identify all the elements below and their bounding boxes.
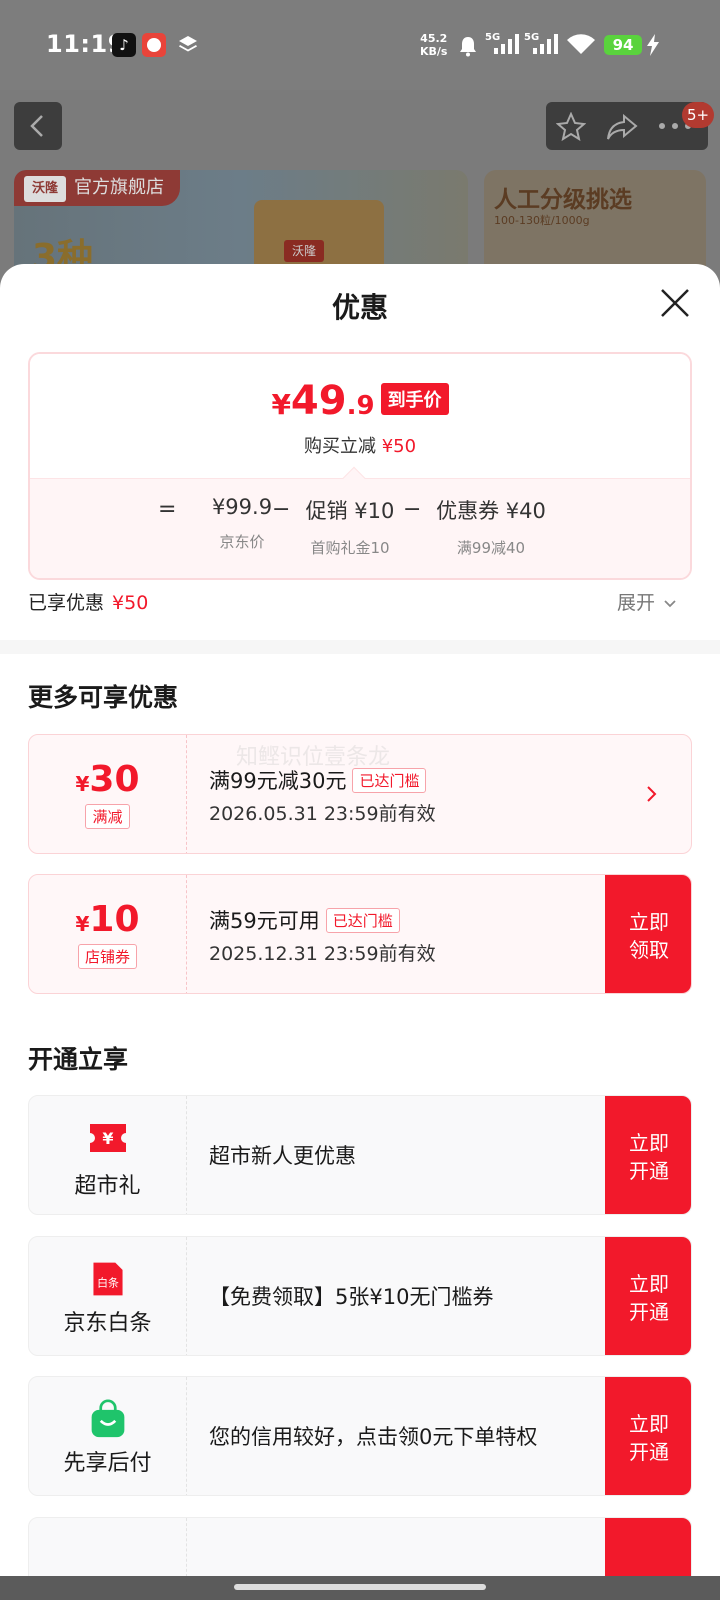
open-item-desc: 【免费领取】5张¥10无门槛券 — [209, 1285, 494, 1309]
calc-coupon: 优惠券 ¥40 满99减40 — [436, 499, 546, 557]
instant-discount: 购买立减 ¥50 — [303, 436, 417, 457]
open-item-brand: ¥ 超市礼 — [29, 1096, 187, 1214]
svg-text:¥: ¥ — [102, 1129, 113, 1148]
price-summary: ¥49.9 到手价 购买立减 ¥50 — [30, 354, 690, 478]
share-icon[interactable] — [606, 112, 638, 142]
enjoyed-discount: 已享优惠 ¥50 — [28, 592, 149, 614]
open-item-name: 超市礼 — [74, 1174, 141, 1199]
coupon-value: ¥10 店铺券 — [29, 875, 187, 993]
open-item-name: 京东白条 — [63, 1311, 152, 1336]
star-icon[interactable] — [556, 112, 586, 142]
product-page-background: 官方旗舰店 沃隆 3种 沃隆 人工分级挑选 100-130粒/1000g — [0, 90, 720, 280]
signal-icon — [533, 34, 558, 54]
expand-toggle[interactable]: 展开 — [617, 588, 677, 615]
final-price: ¥49.9 到手价 — [30, 378, 690, 424]
chevron-left-icon — [30, 115, 43, 137]
coupon-type-badge: 满减 — [85, 804, 130, 829]
open-item-brand: 白条 京东白条 — [29, 1237, 187, 1355]
status-bar: 11:19 ♪ 45.2 KB/s 5G 5G 94 — [0, 0, 720, 90]
minus-sign: − — [403, 497, 422, 522]
green-bag-icon — [91, 1399, 124, 1438]
signal-icon — [494, 34, 519, 54]
charging-icon — [647, 34, 659, 56]
open-item-desc: 您的信用较好，点击领0元下单特权 — [209, 1425, 538, 1449]
coupon-type-badge: 店铺券 — [77, 944, 137, 969]
net-speed: 45.2 KB/s — [420, 32, 448, 58]
threshold-badge: 已达门槛 — [352, 768, 427, 793]
store-logo: 沃隆 — [24, 176, 66, 202]
final-price-tag: 到手价 — [380, 383, 449, 415]
open-item-brand: 先享后付 — [29, 1377, 187, 1495]
battery-indicator: 94 — [604, 35, 642, 55]
open-item-brand — [29, 1518, 187, 1576]
section-divider — [0, 640, 720, 654]
sheet-title: 优惠 — [331, 291, 388, 324]
message-badge: 5+ — [682, 102, 714, 128]
chevron-down-icon — [664, 600, 676, 608]
banner-right-title: 人工分级挑选 — [494, 187, 632, 213]
open-item-baitiao: 白条 京东白条 【免费领取】5张¥10无门槛券 立即 开通 — [28, 1236, 692, 1356]
more-discounts-title: 更多可享优惠 — [28, 683, 179, 712]
equals-sign: = — [158, 497, 177, 522]
discount-sheet: 优惠 ¥49.9 到手价 购买立减 ¥50 = ¥99.9 京东价 − 促销 ¥1… — [0, 264, 720, 1576]
tiktok-icon: ♪ — [112, 33, 136, 57]
open-item-pay-later: 先享后付 您的信用较好，点击领0元下单特权 立即 开通 — [28, 1376, 692, 1496]
red-ticket-icon: ¥ — [89, 1124, 126, 1152]
activate-button[interactable]: 立即 开通 — [605, 1377, 691, 1495]
coupon-expiry: 2025.12.31 23:59前有效 — [209, 943, 436, 965]
minus-sign: − — [272, 497, 291, 522]
coupon-card-2: ¥10 店铺券 满59元可用 已达门槛 2025.12.31 23:59前有效 立… — [28, 874, 692, 994]
coupon-expiry: 2026.05.31 23:59前有效 — [209, 803, 436, 825]
open-item-partial — [28, 1517, 692, 1576]
wifi-icon — [567, 34, 595, 54]
coupon-title: 满59元可用 已达门槛 — [209, 905, 400, 935]
price-card: ¥49.9 到手价 购买立减 ¥50 = ¥99.9 京东价 − 促销 ¥10 首… — [28, 352, 692, 580]
game-app-icon — [142, 33, 166, 57]
banner-right-sub: 100-130粒/1000g — [494, 214, 590, 227]
open-item-supermarket: ¥ 超市礼 超市新人更优惠 立即 开通 — [28, 1095, 692, 1215]
watermark: 知鲣识位壹条龙 — [236, 745, 391, 770]
back-button[interactable] — [14, 102, 62, 150]
home-indicator[interactable] — [234, 1584, 486, 1590]
claim-coupon-button[interactable]: 立即 领取 — [605, 875, 691, 993]
bell-muted-icon — [460, 37, 476, 57]
layers-icon — [179, 36, 197, 52]
open-benefits-title: 开通立享 — [28, 1045, 129, 1074]
threshold-badge: 已达门槛 — [325, 908, 400, 933]
jar-label: 沃隆 — [284, 240, 324, 262]
baitiao-icon: 白条 — [92, 1262, 123, 1296]
price-breakdown: = ¥99.9 京东价 − 促销 ¥10 首购礼金10 − 优惠券 ¥40 满9… — [30, 478, 690, 578]
svg-text:白条: 白条 — [97, 1275, 119, 1289]
close-icon[interactable] — [658, 286, 692, 320]
coupon-value: ¥30 满减 — [29, 735, 187, 853]
open-item-name: 先享后付 — [63, 1451, 152, 1476]
activate-button[interactable] — [605, 1518, 691, 1576]
activate-button[interactable]: 立即 开通 — [605, 1096, 691, 1214]
calc-promotion: 促销 ¥10 首购礼金10 — [305, 499, 395, 557]
activate-button[interactable]: 立即 开通 — [605, 1237, 691, 1355]
chevron-right-icon[interactable] — [645, 783, 659, 805]
system-nav-bar — [0, 1576, 720, 1600]
open-item-desc: 超市新人更优惠 — [209, 1144, 356, 1168]
